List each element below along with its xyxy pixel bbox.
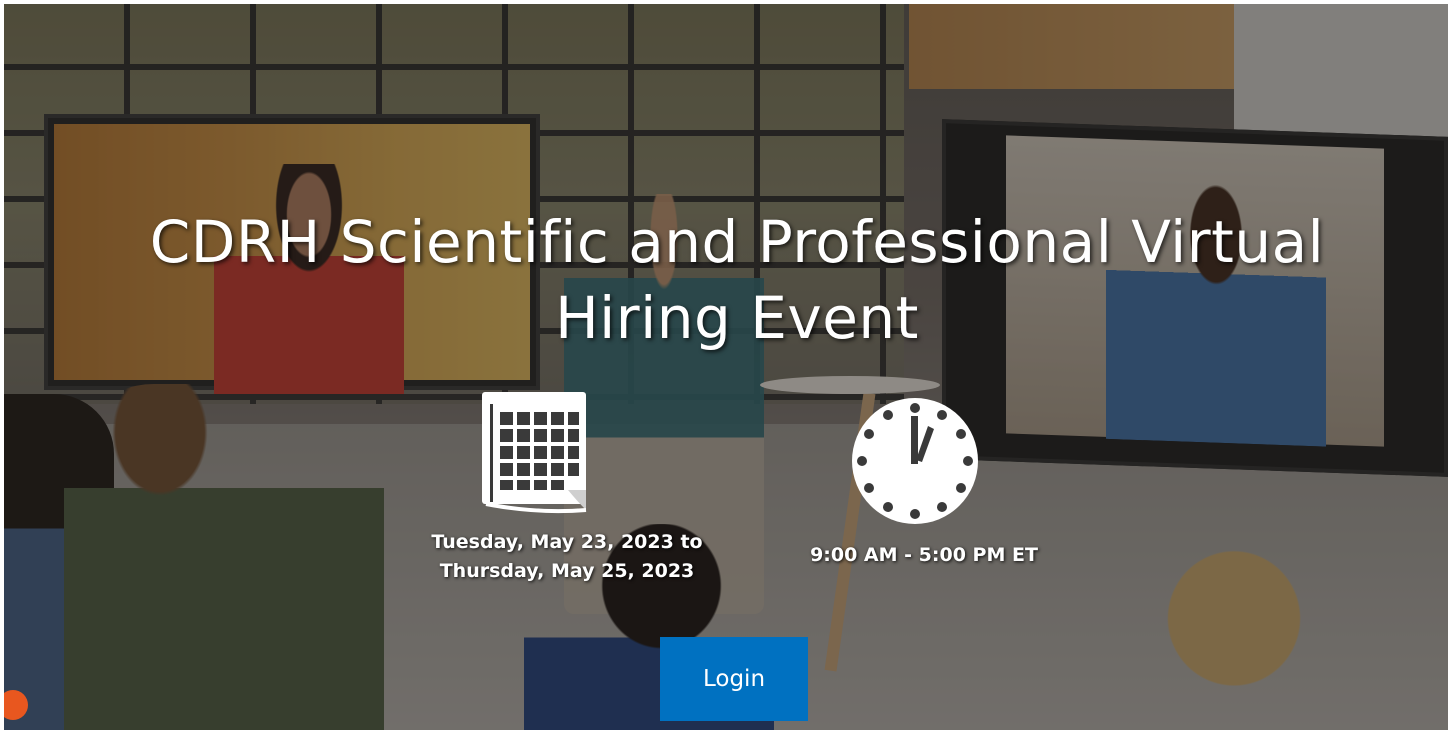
clock-icon: [850, 396, 980, 526]
hero-banner: CDRH Scientific and Professional Virtual…: [4, 4, 1448, 730]
background-photo: [4, 4, 1448, 730]
event-title: CDRH Scientific and Professional Virtual…: [149, 208, 1325, 352]
event-date-end: Thursday, May 25, 2023: [439, 560, 695, 582]
event-dates: Tuesday, May 23, 2023 to Thursday, May 2…: [404, 528, 730, 586]
calendar-icon: [478, 390, 592, 516]
dark-overlay: [4, 4, 1448, 730]
event-date-start: Tuesday, May 23, 2023 to: [431, 531, 703, 553]
event-time: 9:00 AM - 5:00 PM ET: [810, 544, 1038, 566]
login-button[interactable]: Login: [660, 637, 808, 721]
